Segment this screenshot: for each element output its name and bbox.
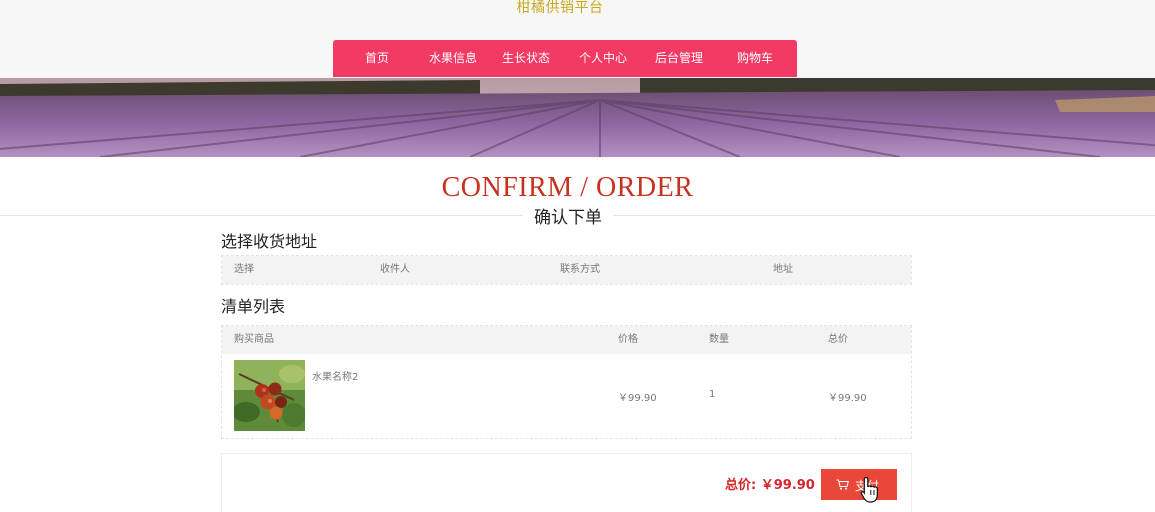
nav-item-growth-status[interactable]: 生长状态 bbox=[502, 40, 550, 77]
col-product: 购买商品 bbox=[234, 334, 274, 345]
top-bar: 柑橘供销平台 首页 水果信息 生长状态 个人中心 后台管理 购物车 bbox=[0, 0, 1155, 78]
order-table-header: 购买商品 价格 数量 总价 bbox=[222, 326, 911, 354]
order-section-title: 清单列表 bbox=[221, 297, 286, 316]
nav-item-home[interactable]: 首页 bbox=[365, 40, 389, 77]
col-address: 地址 bbox=[773, 264, 793, 275]
product-quantity: 1 bbox=[709, 389, 716, 400]
address-section-title: 选择收货地址 bbox=[221, 232, 318, 251]
nav-item-cart[interactable]: 购物车 bbox=[737, 40, 773, 77]
col-select: 选择 bbox=[234, 264, 254, 275]
nav-item-fruit-info[interactable]: 水果信息 bbox=[429, 40, 477, 77]
banner-image bbox=[0, 78, 1155, 157]
pay-button[interactable]: 支付 bbox=[821, 469, 897, 500]
col-recipient: 收件人 bbox=[380, 264, 410, 275]
col-quantity: 数量 bbox=[709, 334, 729, 345]
site-title: 柑橘供销平台 bbox=[516, 0, 604, 16]
col-contact: 联系方式 bbox=[560, 264, 600, 275]
nav-item-personal-center[interactable]: 个人中心 bbox=[579, 40, 627, 77]
product-price: ￥99.90 bbox=[618, 393, 657, 404]
total-price: 总价: ￥99.90 bbox=[725, 478, 815, 493]
hand-cursor-icon bbox=[860, 476, 880, 508]
col-total: 总价 bbox=[828, 334, 848, 345]
product-image[interactable] bbox=[234, 360, 305, 431]
table-row: 水果名称2 ￥99.90 1 ￥99.90 bbox=[222, 354, 911, 438]
cart-icon bbox=[836, 479, 850, 493]
address-table-header: 选择 收件人 联系方式 地址 bbox=[222, 256, 911, 284]
address-table: 选择 收件人 联系方式 地址 bbox=[221, 255, 912, 285]
order-summary: 总价: ￥99.90 支付 bbox=[221, 453, 912, 512]
nav-item-admin[interactable]: 后台管理 bbox=[655, 40, 703, 77]
page-heading-en: CONFIRM / ORDER bbox=[441, 172, 694, 203]
product-total: ￥99.90 bbox=[828, 393, 867, 404]
order-table: 购买商品 价格 数量 总价 水果名称2 ￥99.90 1 ￥99.90 bbox=[221, 325, 912, 439]
page-heading-cn: 确认下单 bbox=[523, 205, 613, 231]
main-nav: 首页 水果信息 生长状态 个人中心 后台管理 购物车 bbox=[333, 40, 797, 77]
col-price: 价格 bbox=[618, 334, 638, 345]
product-name[interactable]: 水果名称2 bbox=[312, 368, 358, 383]
